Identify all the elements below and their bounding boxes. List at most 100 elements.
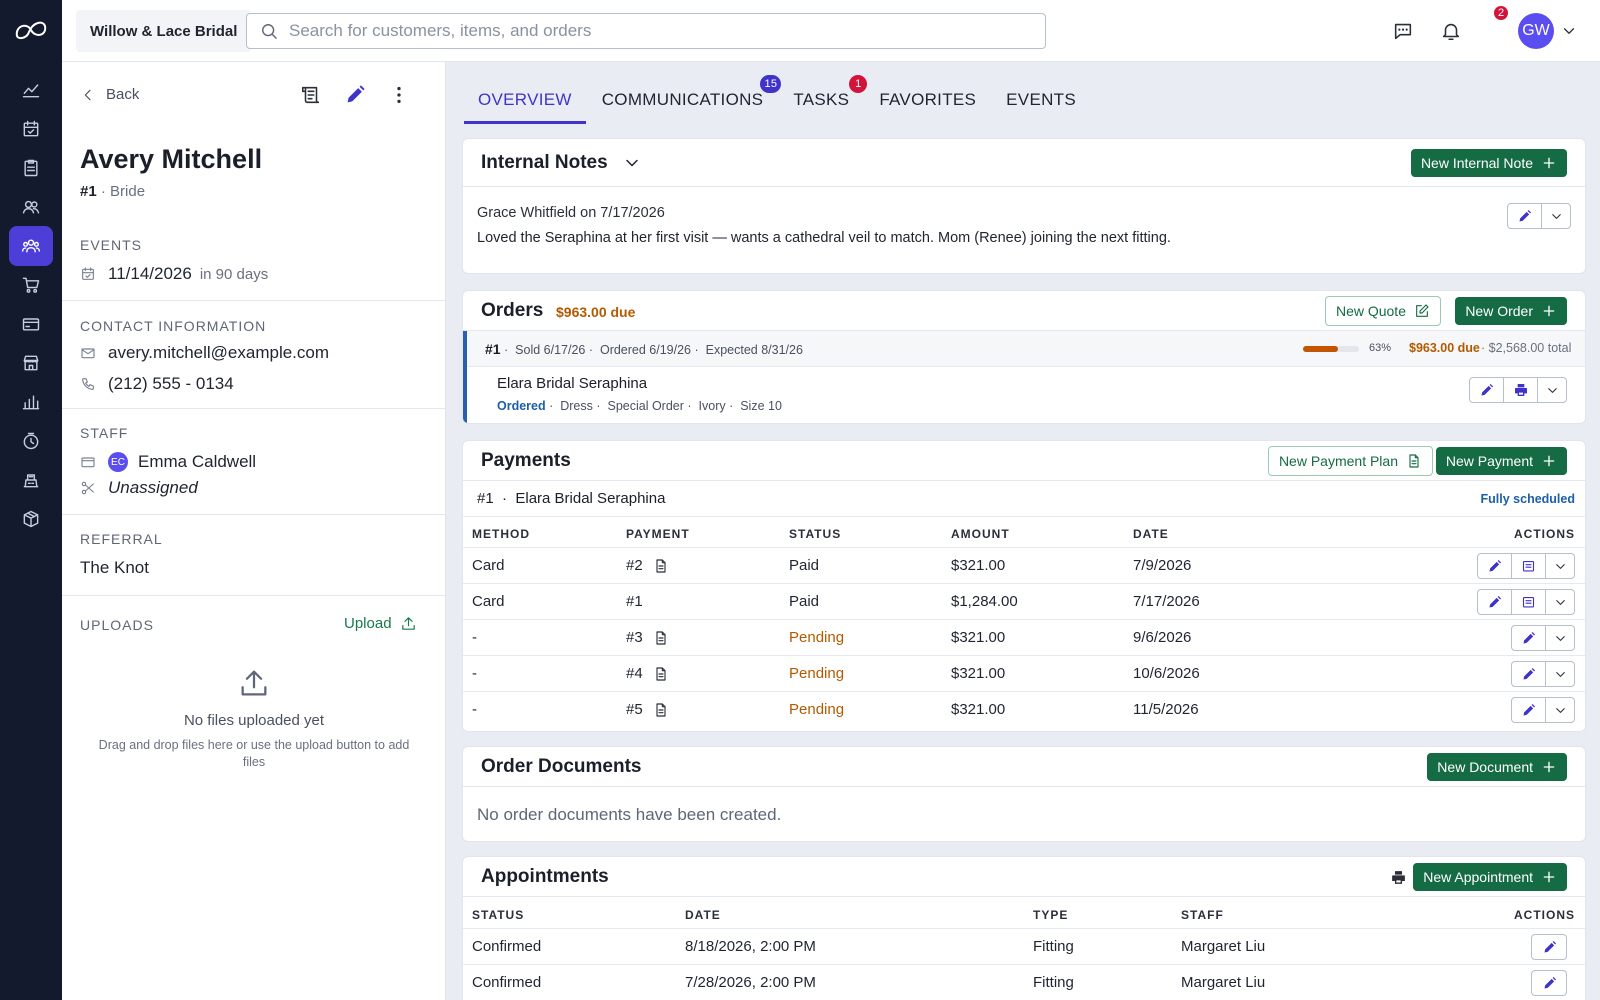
receipt-icon[interactable]: [300, 84, 322, 106]
user-avatar[interactable]: GW: [1518, 13, 1554, 49]
order-item-actions: [1469, 377, 1567, 403]
customer-phone[interactable]: (212) 555 - 0134: [108, 374, 234, 394]
printer-icon[interactable]: [1504, 378, 1538, 402]
col-method: METHOD: [472, 527, 530, 541]
back-button[interactable]: Back: [80, 86, 139, 103]
chevron-down-icon[interactable]: [1546, 590, 1574, 614]
chevron-down-icon[interactable]: [1546, 554, 1574, 578]
tab-favorites[interactable]: FAVORITES: [865, 78, 990, 124]
new-payment-plan-button[interactable]: New Payment Plan: [1267, 446, 1433, 476]
appointment-date: 8/18/2026, 2:00 PM: [685, 938, 816, 955]
payment-date: 7/9/2026: [1133, 557, 1192, 574]
document-icon[interactable]: [653, 702, 669, 718]
chevron-down-icon[interactable]: [1546, 662, 1574, 686]
chevron-down-icon[interactable]: [1538, 378, 1566, 402]
card-icon[interactable]: [9, 304, 53, 344]
users-icon[interactable]: [9, 187, 53, 227]
orders-card: Orders $963.00 due New Quote New Order #…: [462, 290, 1586, 424]
calendar-check-icon[interactable]: [9, 109, 53, 149]
chevron-down-icon[interactable]: [1546, 626, 1574, 650]
search-box[interactable]: [246, 13, 1046, 49]
chart-line-icon[interactable]: [9, 70, 53, 110]
secondary-staff-row[interactable]: Unassigned: [80, 478, 198, 498]
edit-box-icon: [1416, 304, 1429, 317]
edit-pencil-icon[interactable]: [1512, 626, 1546, 650]
new-document-button[interactable]: New Document: [1427, 753, 1567, 781]
table-row[interactable]: Confirmed 8/18/2026, 2:00 PM Fitting Margar…: [463, 928, 1585, 964]
tab-tasks[interactable]: TASKS 1: [779, 75, 868, 124]
tab-communications[interactable]: COMMUNICATIONS 15: [588, 75, 782, 124]
table-row[interactable]: Confirmed 7/28/2026, 2:00 PM Fitting Margar…: [463, 964, 1585, 1000]
note-author: Grace Whitfield on 7/17/2026: [477, 205, 665, 221]
brand-logo-icon[interactable]: [13, 18, 49, 44]
cart-icon[interactable]: [9, 265, 53, 305]
upload-button[interactable]: Upload: [344, 615, 417, 632]
document-icon[interactable]: [653, 666, 669, 682]
payment-group-item: Elara Bridal Seraphina: [515, 490, 666, 507]
bar-chart-icon[interactable]: [9, 382, 53, 422]
customers-icon[interactable]: [9, 226, 53, 266]
edit-pencil-icon[interactable]: [1478, 554, 1512, 578]
edit-pencil-icon[interactable]: [1532, 971, 1566, 995]
clock-icon[interactable]: [9, 421, 53, 461]
payment-date: 9/6/2026: [1133, 629, 1192, 646]
payment-method: Card: [472, 593, 505, 610]
document-icon[interactable]: [653, 630, 669, 646]
new-payment-button[interactable]: New Payment: [1435, 447, 1567, 475]
payment-number: #3: [626, 629, 669, 646]
document-icon[interactable]: [653, 558, 669, 574]
chevron-down-icon[interactable]: [1546, 698, 1574, 722]
new-quote-button[interactable]: New Quote: [1324, 296, 1441, 326]
search-input[interactable]: [289, 21, 1045, 41]
table-row[interactable]: - #3 Pending $321.00 9/6/2026: [463, 619, 1585, 655]
table-row[interactable]: - #5 Pending $321.00 11/5/2026: [463, 691, 1585, 727]
tab-overview[interactable]: OVERVIEW: [464, 78, 586, 124]
new-order-button[interactable]: New Order: [1455, 297, 1567, 325]
back-label: Back: [106, 86, 140, 103]
order-summary-row[interactable]: #1 · Sold 6/17/26 · Ordered 6/19/26 · Ex…: [467, 331, 1585, 367]
edit-pencil-icon[interactable]: [1532, 935, 1566, 959]
table-row[interactable]: Card #2 Paid $321.00 7/9/2026: [463, 547, 1585, 583]
payments-title: Payments: [481, 450, 571, 471]
button-label: New Order: [1465, 303, 1533, 319]
appointment-type: Fitting: [1033, 938, 1074, 955]
edit-pencil-icon[interactable]: [1508, 204, 1542, 228]
edit-pencil-icon[interactable]: [1470, 378, 1504, 402]
staff-row[interactable]: EC Emma Caldwell: [80, 452, 256, 472]
clipboard-icon[interactable]: [9, 148, 53, 188]
edit-pencil-icon[interactable]: [1512, 662, 1546, 686]
chevron-down-icon[interactable]: [1542, 204, 1570, 228]
order-item-type: Dress: [560, 399, 593, 413]
receipt-icon[interactable]: [1512, 590, 1546, 614]
messages-icon[interactable]: [1392, 20, 1414, 42]
store-icon[interactable]: [9, 343, 53, 383]
event-row[interactable]: 11/14/2026 in 90 days: [80, 264, 268, 284]
pencil-icon[interactable]: [344, 84, 366, 106]
register-icon[interactable]: [9, 460, 53, 500]
receipt-icon[interactable]: [1512, 554, 1546, 578]
table-row[interactable]: Card #1 Paid $1,284.00 7/17/2026: [463, 583, 1585, 619]
store-switcher[interactable]: Willow & Lace Bridal: [76, 10, 252, 52]
new-appointment-button[interactable]: New Appointment: [1413, 863, 1567, 891]
customer-email[interactable]: avery.mitchell@example.com: [108, 343, 329, 363]
email-row[interactable]: avery.mitchell@example.com: [80, 343, 329, 363]
card-header: Internal Notes New Internal Note: [463, 139, 1585, 187]
chevron-down-icon[interactable]: [1560, 22, 1578, 40]
more-vertical-icon[interactable]: [388, 84, 410, 106]
button-label: New Internal Note: [1420, 155, 1533, 171]
phone-row[interactable]: (212) 555 - 0134: [80, 374, 234, 394]
table-row[interactable]: - #4 Pending $321.00 10/6/2026: [463, 655, 1585, 691]
uploads-empty-state: No files uploaded yet Drag and drop file…: [62, 666, 446, 771]
new-internal-note-button[interactable]: New Internal Note: [1410, 149, 1567, 177]
payment-number: #4: [626, 665, 669, 682]
box-icon[interactable]: [9, 499, 53, 539]
internal-notes-title[interactable]: Internal Notes: [481, 152, 642, 174]
printer-icon[interactable]: [1390, 869, 1407, 886]
tab-label: OVERVIEW: [478, 90, 572, 109]
edit-pencil-icon[interactable]: [1478, 590, 1512, 614]
tab-events[interactable]: EVENTS: [992, 78, 1090, 124]
payment-number-value: #5: [626, 701, 643, 718]
edit-pencil-icon[interactable]: [1512, 698, 1546, 722]
order-item-name[interactable]: Elara Bridal Seraphina: [497, 375, 647, 392]
bell-icon[interactable]: [1440, 20, 1462, 42]
